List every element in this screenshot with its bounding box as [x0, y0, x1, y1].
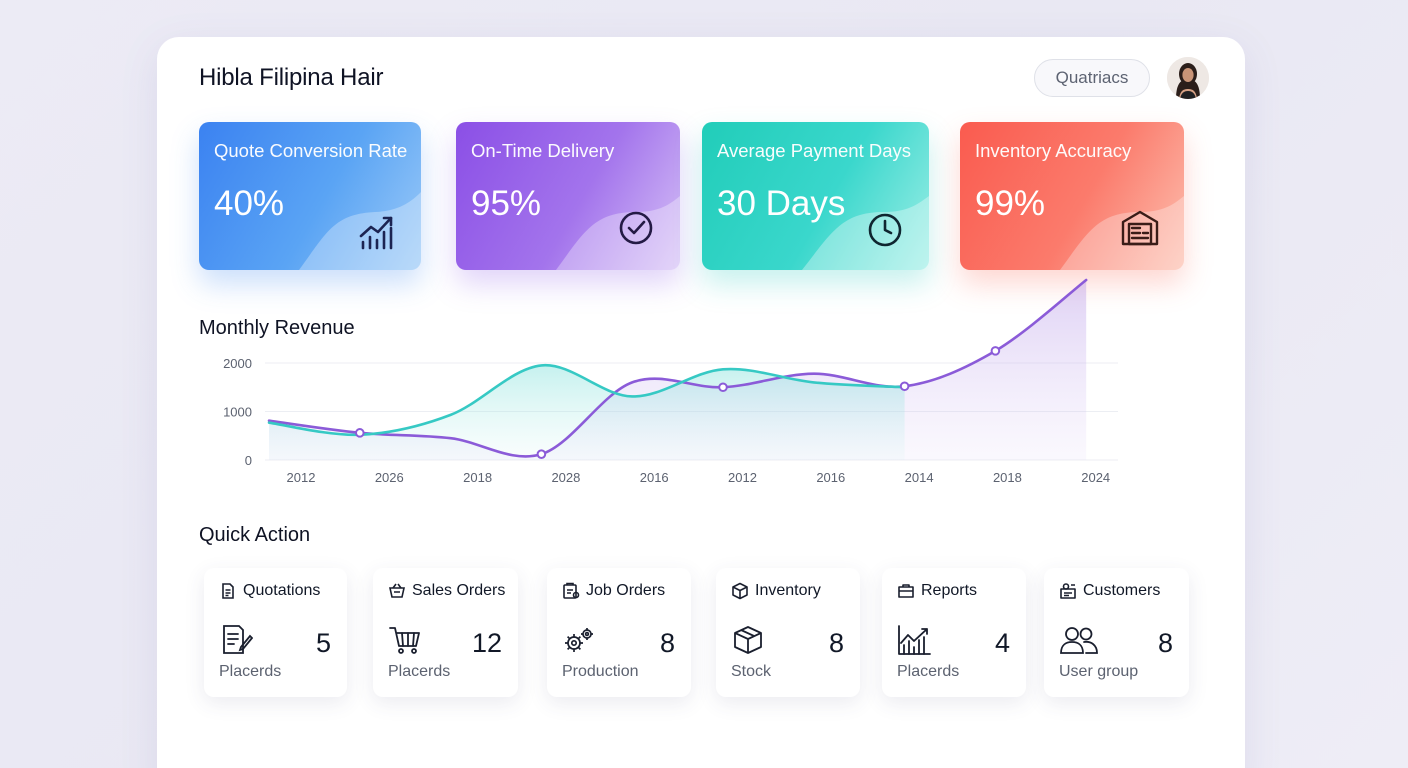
users-icon [1060, 627, 1098, 654]
basket-icon [389, 583, 405, 598]
clipboard-icon [563, 582, 580, 599]
kpi-card-quote-conversion[interactable]: Quote Conversion Rate 40% [199, 122, 421, 270]
header-button[interactable]: Quatriacs [1034, 59, 1150, 97]
kpi-value: 99% [975, 184, 1046, 223]
quick-action-title: Quick Action [199, 524, 311, 546]
quick-action-count: 8 [828, 628, 844, 658]
quick-action-sub: Placerds [897, 663, 960, 680]
kpi-value: 95% [471, 184, 542, 223]
quick-action-count: 8 [1157, 628, 1173, 658]
warehouse-icon [1121, 210, 1159, 246]
quick-action-quotations[interactable]: Quotations 5 Placerds [204, 568, 347, 697]
kpi-value: 40% [214, 184, 285, 223]
check-circle-icon [619, 211, 653, 245]
quick-action-sub: Placerds [388, 663, 451, 680]
avatar[interactable] [1167, 57, 1209, 99]
quick-action-count: 8 [659, 628, 675, 658]
revenue-title: Monthly Revenue [199, 317, 355, 339]
quick-action-sub: Production [562, 663, 639, 680]
kpi-title: On-Time Delivery [471, 140, 615, 161]
kpi-card-inventory-accuracy[interactable]: Inventory Accuracy 99% [960, 122, 1184, 270]
kpi-title: Inventory Accuracy [975, 140, 1132, 161]
document-icon [222, 583, 234, 599]
quick-action-sub: Stock [731, 663, 772, 680]
kpi-card-on-time-delivery[interactable]: On-Time Delivery 95% [456, 122, 680, 270]
gears-icon [565, 628, 593, 652]
kpi-title: Average Payment Days [717, 140, 912, 161]
kpi-value: 30 Days [717, 184, 846, 223]
quick-action-inventory[interactable]: Inventory 8 Stock [716, 568, 860, 697]
box-icon [734, 626, 762, 654]
quotation-doc-icon [223, 625, 253, 654]
quick-action-sub: User group [1059, 663, 1139, 680]
bar-chart-icon [898, 625, 931, 655]
quick-action-label: Customers [1083, 582, 1161, 599]
clock-icon [868, 213, 902, 247]
cube-icon [732, 582, 748, 600]
quick-action-customers[interactable]: Customers 8 User group [1044, 568, 1189, 697]
quick-action-count: 5 [315, 628, 331, 658]
quick-action-label: Sales Orders [412, 582, 506, 599]
kpi-card-average-payment-days[interactable]: Average Payment Days 30 Days [702, 122, 929, 270]
shopping-cart-icon [389, 627, 420, 654]
quick-action-job-orders[interactable]: Job Orders 8 Production [547, 568, 691, 697]
quick-action-sales-orders[interactable]: Sales Orders 12 Placerds [373, 568, 518, 697]
quick-action-sub: Placerds [219, 663, 282, 680]
kpi-title: Quote Conversion Rate [214, 140, 408, 161]
quick-action-label: Job Orders [586, 582, 666, 599]
quick-action-label: Reports [921, 582, 978, 599]
contacts-icon [1060, 583, 1076, 599]
quick-action-count: 4 [994, 628, 1010, 658]
app-title: Hibla Filipina Hair [199, 64, 384, 91]
quick-action-label: Quotations [243, 582, 321, 599]
quick-action-label: Inventory [755, 582, 821, 599]
quick-action-count: 12 [471, 628, 502, 658]
folder-icon [898, 584, 914, 598]
trend-up-chart-icon [359, 216, 393, 250]
quick-action-reports[interactable]: Reports 4 Placerds [882, 568, 1026, 697]
